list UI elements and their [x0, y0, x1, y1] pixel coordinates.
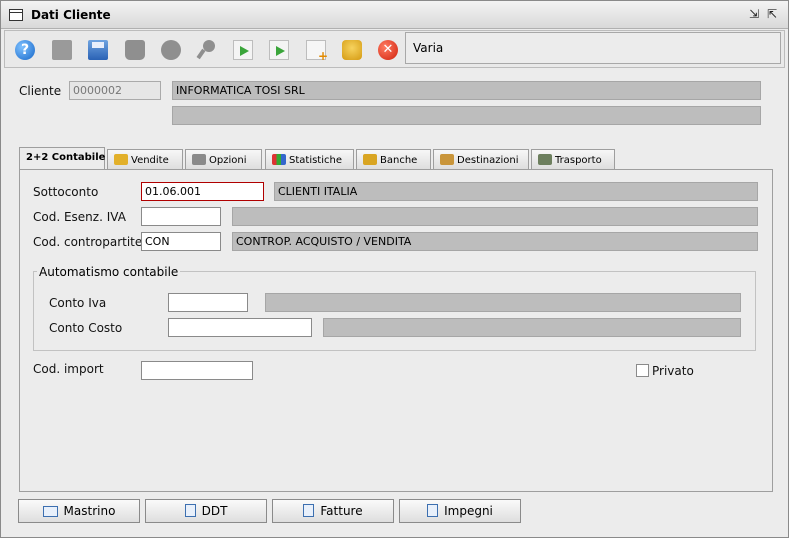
conto-costo-input[interactable]	[168, 318, 312, 337]
mastrino-button[interactable]: Mastrino	[18, 499, 140, 523]
cliente-code-field[interactable]: 0000002	[69, 81, 161, 100]
signpost-icon	[440, 154, 454, 165]
tab-destinazioni[interactable]: Destinazioni	[433, 149, 529, 169]
tab-contabile[interactable]: 2+2 Contabile	[19, 147, 105, 169]
contropartite-input[interactable]: CON	[141, 232, 221, 251]
close-button[interactable]: ✕	[374, 36, 402, 64]
cliente-name2-field	[172, 106, 761, 125]
cod-import-label: Cod. import	[33, 362, 104, 376]
tab-contabile-prefix: 2+2	[26, 152, 49, 163]
coins-icon	[363, 154, 377, 165]
document-icon	[427, 504, 439, 517]
cliente-name-field: INFORMATICA TOSI SRL	[172, 81, 761, 100]
esenz-iva-label: Cod. Esenz. IVA	[33, 210, 126, 224]
fatture-button[interactable]: Fatture	[272, 499, 394, 523]
tab-vendite-label: Vendite	[131, 155, 169, 166]
conto-iva-label: Conto Iva	[49, 296, 107, 310]
fatture-button-label: Fatture	[320, 504, 363, 518]
esenz-iva-input[interactable]	[141, 207, 221, 226]
document-icon	[303, 504, 315, 517]
tab-destinazioni-label: Destinazioni	[457, 155, 519, 166]
document-icon	[52, 40, 72, 60]
help-button[interactable]: ?	[11, 36, 39, 64]
ddt-button-label: DDT	[201, 504, 228, 518]
tab-banche[interactable]: Banche	[356, 149, 431, 169]
sottoconto-input[interactable]: 01.06.001	[141, 182, 264, 201]
document-icon	[184, 504, 196, 517]
conto-costo-desc	[323, 318, 741, 337]
cod-import-input[interactable]	[141, 361, 253, 380]
search-button[interactable]	[157, 36, 185, 64]
tab-trasporto[interactable]: Trasporto	[531, 149, 615, 169]
euro-icon	[114, 154, 128, 165]
next-document-icon	[269, 40, 289, 60]
toolbar: ? ✕ Varia	[4, 30, 785, 68]
user-envelope-icon	[342, 40, 362, 60]
new-document-button[interactable]	[302, 36, 330, 64]
dati-cliente-window: Dati Cliente ⇲ ⇱ ? ✕ Varia Cliente 00000…	[0, 0, 789, 538]
close-icon: ✕	[378, 40, 398, 60]
help-icon: ?	[15, 40, 35, 60]
tab-opzioni[interactable]: Opzioni	[185, 149, 262, 169]
truck-icon	[538, 154, 552, 165]
bar-chart-icon	[272, 154, 286, 165]
forward-button[interactable]	[229, 36, 257, 64]
conto-costo-label: Conto Costo	[49, 321, 123, 335]
maximize-icon[interactable]: ⇱	[765, 7, 779, 21]
cliente-label: Cliente	[19, 84, 62, 98]
tab-statistiche-label: Statistiche	[289, 155, 342, 166]
tab-trasporto-label: Trasporto	[555, 155, 602, 166]
conto-iva-desc	[265, 293, 741, 312]
mastrino-button-label: Mastrino	[63, 504, 116, 518]
user-button[interactable]	[338, 36, 366, 64]
save-icon	[88, 40, 108, 60]
privato-checkbox[interactable]	[636, 364, 649, 377]
contropartite-desc: CONTROP. ACQUISTO / VENDITA	[232, 232, 758, 251]
sottoconto-label: Sottoconto	[33, 185, 99, 199]
binoculars-icon	[161, 40, 181, 60]
key-button[interactable]	[193, 36, 221, 64]
tab-opzioni-label: Opzioni	[209, 155, 247, 166]
esenz-iva-desc	[232, 207, 758, 226]
book-icon	[42, 506, 58, 517]
tools-icon	[192, 154, 206, 165]
forward-icon	[233, 40, 253, 60]
tab-statistiche[interactable]: Statistiche	[265, 149, 354, 169]
minimize-icon[interactable]: ⇲	[747, 7, 761, 21]
impegni-button[interactable]: Impegni	[399, 499, 521, 523]
new-document-icon	[306, 40, 328, 63]
contropartite-label: Cod. contropartite	[33, 235, 143, 249]
window-title: Dati Cliente	[31, 8, 111, 22]
document-button[interactable]	[48, 36, 76, 64]
tab-banche-label: Banche	[380, 155, 418, 166]
ddt-button[interactable]: DDT	[145, 499, 267, 523]
window-icon	[9, 9, 23, 21]
key-icon	[197, 40, 217, 60]
next-document-button[interactable]	[265, 36, 293, 64]
title-bar: Dati Cliente ⇲ ⇱	[1, 1, 788, 29]
privato-label: Privato	[652, 364, 694, 378]
varia-panel: Varia	[405, 32, 781, 64]
automatismo-title: Automatismo contabile	[37, 265, 181, 279]
save-button[interactable]	[84, 36, 112, 64]
tab-contabile-label: Contabile	[51, 152, 106, 163]
impegni-button-label: Impegni	[444, 504, 493, 518]
sottoconto-desc: CLIENTI ITALIA	[274, 182, 758, 201]
conto-iva-input[interactable]	[168, 293, 248, 312]
trash-icon	[125, 40, 145, 60]
delete-button[interactable]	[121, 36, 149, 64]
tab-vendite[interactable]: Vendite	[107, 149, 183, 169]
